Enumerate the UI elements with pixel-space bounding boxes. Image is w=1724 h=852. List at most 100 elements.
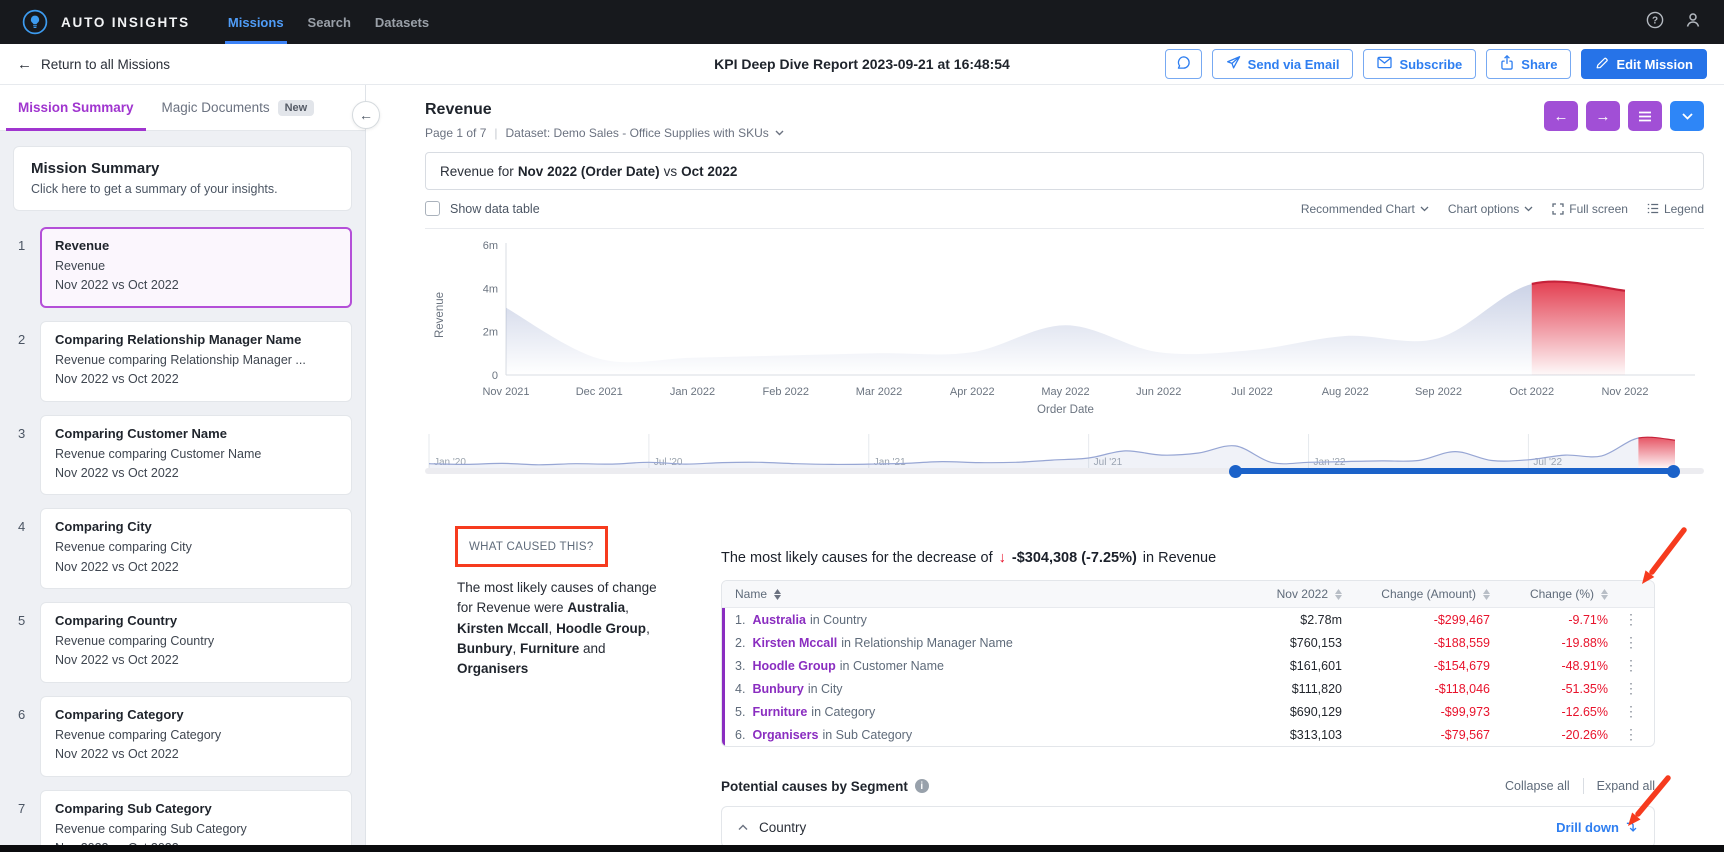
mission-item-5: 5Comparing CountryRevenue comparing Coun… — [10, 602, 352, 683]
mission-item-period: Nov 2022 vs Oct 2022 — [55, 370, 337, 389]
cause-name-link[interactable]: Hoodle Group — [752, 659, 835, 673]
cause-name-cell: 3.Hoodle Groupin Customer Name — [725, 659, 1212, 673]
mission-item-card[interactable]: Comparing Sub CategoryRevenue comparing … — [40, 790, 352, 852]
chevron-down-icon — [1420, 206, 1429, 212]
mission-item-number: 7 — [10, 790, 40, 852]
what-caused-this-label: WHAT CAUSED THIS? — [469, 541, 594, 553]
drill-down-link[interactable]: Drill down — [1556, 820, 1638, 835]
chevron-up-icon[interactable] — [738, 824, 748, 831]
edit-mission-button[interactable]: Edit Mission — [1581, 49, 1707, 79]
share-button[interactable]: Share — [1486, 49, 1571, 79]
user-icon[interactable] — [1684, 11, 1702, 34]
window-bottom-edge — [0, 845, 1724, 852]
info-icon[interactable]: i — [915, 779, 929, 793]
cause-value-cell: $161,601 — [1212, 659, 1342, 673]
svg-text:4m: 4m — [483, 283, 498, 295]
sort-icon[interactable] — [1483, 589, 1490, 600]
top-navbar: AUTO INSIGHTS MissionsSearchDatasets ? — [0, 0, 1724, 44]
send-icon — [1226, 55, 1241, 73]
cause-change-pct-cell: -51.35% — [1490, 682, 1608, 696]
mission-item-card[interactable]: Comparing CityRevenue comparing CityNov … — [40, 508, 352, 589]
sort-icon[interactable] — [1335, 589, 1342, 600]
segment-row-country[interactable]: Country Drill down — [721, 806, 1655, 848]
mission-item-title: Comparing Country — [55, 613, 337, 628]
arrow-left-icon: ← — [1554, 108, 1569, 125]
back-label: Return to all Missions — [41, 57, 170, 72]
cause-name-link[interactable]: Furniture — [752, 705, 807, 719]
kebab-menu-icon[interactable]: ⋮ — [1624, 611, 1638, 627]
mission-item-number: 2 — [10, 321, 40, 402]
cause-value-cell: $313,103 — [1212, 728, 1342, 742]
kebab-menu-icon[interactable]: ⋮ — [1624, 634, 1638, 650]
full-screen-button[interactable]: Full screen — [1552, 202, 1628, 216]
next-page-button[interactable]: → — [1586, 101, 1620, 131]
main-panel: Revenue Page 1 of 7 | Dataset: Demo Sale… — [366, 85, 1724, 852]
svg-text:Mar 2022: Mar 2022 — [856, 386, 902, 398]
collapse-sidebar-button[interactable]: ← — [352, 101, 380, 129]
sort-icon[interactable] — [774, 589, 781, 600]
return-to-missions-link[interactable]: ← Return to all Missions — [17, 56, 170, 73]
tab-mission-summary[interactable]: Mission Summary — [4, 85, 148, 130]
sort-icon[interactable] — [1601, 589, 1608, 600]
mission-item-card[interactable]: Comparing Customer NameRevenue comparing… — [40, 415, 352, 496]
auto-insights-logo-icon[interactable] — [22, 9, 48, 35]
subscribe-button[interactable]: Subscribe — [1363, 49, 1476, 79]
cause-change-amount-cell: -$154,679 — [1342, 659, 1490, 673]
help-icon[interactable]: ? — [1646, 11, 1664, 34]
time-range-slider[interactable] — [425, 464, 1704, 478]
cause-row-2: 2.Kirsten Mccallin Relationship Manager … — [725, 631, 1654, 654]
svg-text:May 2022: May 2022 — [1041, 386, 1089, 398]
mission-item-period: Nov 2022 vs Oct 2022 — [55, 745, 337, 764]
legend-button[interactable]: Legend — [1647, 202, 1704, 216]
prev-page-button[interactable]: ← — [1544, 101, 1578, 131]
mission-item-title: Comparing City — [55, 519, 337, 534]
cause-name-link[interactable]: Australia — [752, 613, 806, 627]
edit-mission-label: Edit Mission — [1616, 57, 1693, 72]
row-menu-cell: ⋮ — [1608, 635, 1654, 650]
question-box[interactable]: Revenue for Nov 2022 (Order Date) vs Oct… — [425, 152, 1704, 190]
cause-name-link[interactable]: Kirsten Mccall — [752, 636, 837, 650]
chart-options-dropdown[interactable]: Chart options — [1448, 202, 1533, 216]
column-header-change-%-[interactable]: Change (%) — [1490, 587, 1608, 601]
mission-item-subtitle: Revenue comparing Sub Category — [55, 820, 337, 839]
nav-item-search[interactable]: Search — [296, 0, 363, 44]
revenue-trend-chart[interactable]: 02m4m6mRevenueNov 2021Dec 2021Jan 2022Fe… — [425, 228, 1704, 422]
column-header-change-amount-[interactable]: Change (Amount) — [1342, 587, 1490, 601]
nav-items: MissionsSearchDatasets — [216, 0, 441, 44]
cause-row-6: 6.Organisersin Sub Category$313,103-$79,… — [725, 723, 1654, 746]
mission-item-card[interactable]: Comparing Relationship Manager NameReven… — [40, 321, 352, 402]
column-header-nov-[interactable]: Nov 2022 — [1212, 587, 1342, 601]
send-via-email-button[interactable]: Send via Email — [1212, 49, 1354, 79]
nav-item-missions[interactable]: Missions — [216, 0, 296, 44]
page-menu-button[interactable] — [1628, 101, 1662, 131]
mission-item-2: 2Comparing Relationship Manager NameReve… — [10, 321, 352, 402]
collapse-all-link[interactable]: Collapse all — [1505, 779, 1570, 793]
expand-options-button[interactable] — [1670, 101, 1704, 131]
kebab-menu-icon[interactable]: ⋮ — [1624, 726, 1638, 742]
expand-all-link[interactable]: Expand all — [1597, 779, 1655, 793]
show-data-table-checkbox[interactable]: Show data table — [425, 201, 540, 216]
slider-handle-left[interactable] — [1229, 465, 1242, 478]
kebab-menu-icon[interactable]: ⋮ — [1624, 680, 1638, 696]
slider-handle-right[interactable] — [1667, 465, 1680, 478]
mission-item-card[interactable]: Comparing CategoryRevenue comparing Cate… — [40, 696, 352, 777]
column-header-name[interactable]: Name — [722, 587, 1212, 601]
slider-selected-range[interactable] — [1235, 468, 1674, 474]
tab-magic-documents[interactable]: Magic Documents New — [148, 85, 329, 130]
kebab-menu-icon[interactable]: ⋮ — [1624, 657, 1638, 673]
cause-row-3: 3.Hoodle Groupin Customer Name$161,601-$… — [725, 654, 1654, 677]
mission-summary-card[interactable]: Mission Summary Click here to get a summ… — [13, 146, 352, 211]
mission-item-card[interactable]: Comparing CountryRevenue comparing Count… — [40, 602, 352, 683]
svg-text:Sep 2022: Sep 2022 — [1415, 386, 1462, 398]
svg-text:2m: 2m — [483, 327, 498, 339]
mission-item-card[interactable]: RevenueRevenueNov 2022 vs Oct 2022 — [40, 227, 352, 308]
cause-name-link[interactable]: Bunbury — [752, 682, 803, 696]
kebab-menu-icon[interactable]: ⋮ — [1624, 703, 1638, 719]
nav-item-datasets[interactable]: Datasets — [363, 0, 441, 44]
cause-name-link[interactable]: Organisers — [752, 728, 818, 742]
dataset-selector[interactable]: Dataset: Demo Sales - Office Supplies wi… — [506, 126, 784, 140]
comment-button[interactable] — [1165, 49, 1202, 79]
cause-row-4: 4.Bunburyin City$111,820-$118,046-51.35%… — [725, 677, 1654, 700]
recommended-chart-dropdown[interactable]: Recommended Chart — [1301, 202, 1429, 216]
mail-icon — [1377, 56, 1392, 72]
